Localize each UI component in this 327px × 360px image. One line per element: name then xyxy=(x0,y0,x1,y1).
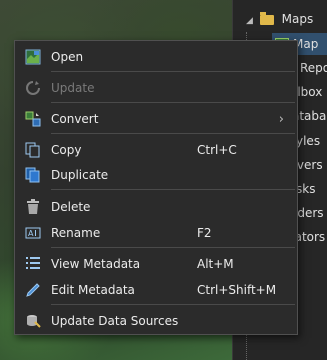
open-map-icon xyxy=(25,49,41,65)
catalog-item-label: Repo xyxy=(300,61,327,75)
copy-icon xyxy=(25,142,41,158)
view-metadata-icon xyxy=(25,256,41,272)
menu-item-shortcut: Ctrl+Shift+M xyxy=(197,283,277,297)
menu-item-convert[interactable]: Convert › xyxy=(16,107,296,131)
menu-item-open[interactable]: Open xyxy=(16,45,296,69)
menu-item-label: Delete xyxy=(51,200,91,214)
menu-item-shortcut: F2 xyxy=(197,226,212,240)
convert-icon xyxy=(25,111,41,127)
catalog-item[interactable]: sks xyxy=(296,178,315,200)
menu-item-shortcut: Alt+M xyxy=(197,257,234,271)
catalog-item-maps[interactable]: ◢ Maps xyxy=(246,8,313,30)
menu-item-label: Convert xyxy=(51,112,99,126)
menu-item-update[interactable]: Update xyxy=(16,76,296,100)
menu-item-label: Update Data Sources xyxy=(51,314,179,328)
menu-item-duplicate[interactable]: Duplicate xyxy=(16,163,296,187)
catalog-item-label: sks xyxy=(296,182,316,196)
menu-separator xyxy=(51,189,295,190)
menu-item-label: Duplicate xyxy=(51,168,109,182)
menu-item-copy[interactable]: Copy Ctrl+C xyxy=(16,138,296,162)
menu-item-edit-metadata[interactable]: Edit Metadata Ctrl+Shift+M xyxy=(16,278,296,302)
update-data-sources-icon xyxy=(25,313,41,329)
duplicate-icon xyxy=(25,167,41,183)
catalog-item-label: yles xyxy=(296,134,321,148)
menu-separator xyxy=(51,133,295,134)
menu-item-update-data-sources[interactable]: Update Data Sources xyxy=(16,309,296,333)
menu-item-label: View Metadata xyxy=(51,257,141,271)
menu-item-label: Rename xyxy=(51,226,101,240)
menu-separator xyxy=(51,247,295,248)
menu-item-view-metadata[interactable]: View Metadata Alt+M xyxy=(16,252,296,276)
menu-item-label: Update xyxy=(51,81,95,95)
menu-item-label: Edit Metadata xyxy=(51,283,135,297)
menu-separator xyxy=(51,304,295,305)
catalog-item-label: lders xyxy=(294,206,324,220)
menu-item-label: Open xyxy=(51,50,84,64)
catalog-item[interactable]: Repo xyxy=(300,57,327,79)
catalog-item[interactable]: lders xyxy=(294,202,324,224)
context-menu: Open Update Convert › Copy Ctrl+C Duplic… xyxy=(14,40,298,335)
submenu-arrow-icon: › xyxy=(278,111,284,127)
update-icon xyxy=(25,80,41,96)
edit-metadata-icon xyxy=(25,282,41,298)
menu-item-label: Copy xyxy=(51,143,82,157)
catalog-item-label: Maps xyxy=(281,12,314,26)
menu-separator xyxy=(51,71,295,72)
menu-item-delete[interactable]: Delete xyxy=(16,195,296,219)
trash-icon xyxy=(25,199,41,215)
svg-text:A: A xyxy=(28,229,34,238)
rename-icon: A xyxy=(25,225,41,241)
collapse-arrow-icon[interactable]: ◢ xyxy=(246,10,256,32)
menu-item-shortcut: Ctrl+C xyxy=(197,143,237,157)
menu-item-rename[interactable]: A Rename F2 xyxy=(16,221,296,245)
folder-icon xyxy=(259,11,274,25)
catalog-item[interactable]: yles xyxy=(296,130,320,152)
menu-separator xyxy=(51,102,295,103)
